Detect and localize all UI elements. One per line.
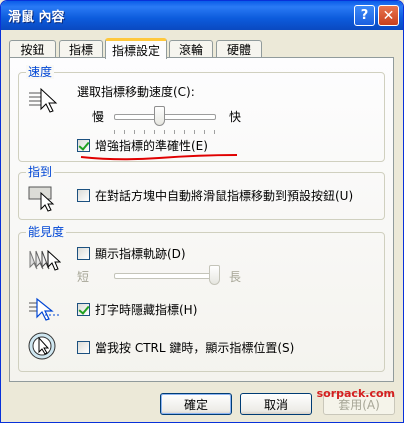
ctrl-locate-checkbox[interactable]	[77, 341, 90, 354]
trails-slider-track[interactable]	[114, 273, 216, 279]
visibility-group: 能見度 顯示指標軌跡(D) 短 長 打字時隱藏指標(H) 當我按 CTRL 鍵時…	[18, 225, 385, 372]
snap-to-group-legend: 指到	[26, 165, 55, 179]
tab-panel: 速度 選取指標移動速度(C): 慢 快 增強指標的準確性(E) 指到 在對話方塊…	[9, 57, 394, 382]
speed-tick	[194, 130, 195, 134]
watermark: sorpack.com	[316, 387, 395, 400]
speed-tick	[164, 130, 165, 134]
speed-tick	[114, 130, 115, 134]
speed-prompt: 選取指標移動速度(C):	[77, 85, 195, 99]
hide-while-typing-checkbox[interactable]	[77, 303, 90, 316]
title-bar[interactable]: 滑鼠 內容 ? ✕	[1, 1, 403, 30]
short-label: 短	[77, 270, 90, 284]
speed-tick	[214, 130, 215, 134]
close-button[interactable]: ✕	[378, 5, 399, 26]
help-button[interactable]: ?	[354, 5, 375, 26]
snap-to-default-label[interactable]: 在對話方塊中自動將滑鼠指標移動到預設按鈕(U)	[95, 189, 353, 203]
speed-tick	[144, 130, 145, 134]
tab-pointer-options[interactable]: 指標設定	[105, 38, 167, 59]
window-title: 滑鼠 內容	[8, 10, 65, 25]
pointer-trails-checkbox[interactable]	[77, 247, 90, 260]
snap-to-default-icon	[28, 186, 55, 212]
speed-slider-thumb[interactable]	[153, 106, 165, 126]
ctrl-locate-icon	[28, 332, 56, 360]
tab-buttons[interactable]: 按鈕	[9, 40, 56, 57]
speed-slider-track[interactable]	[114, 114, 216, 120]
visibility-group-legend: 能見度	[26, 225, 67, 239]
fast-label: 快	[229, 110, 242, 124]
tab-pointers[interactable]: 指標	[59, 40, 103, 57]
speed-group: 速度 選取指標移動速度(C): 慢 快 增強指標的準確性(E)	[18, 65, 385, 162]
pointer-trails-label[interactable]: 顯示指標軌跡(D)	[95, 247, 186, 261]
pointer-speed-icon	[29, 87, 58, 113]
tab-hardware[interactable]: 硬體	[216, 40, 262, 57]
speed-group-legend: 速度	[26, 65, 55, 79]
ok-button[interactable]: 確定	[160, 393, 232, 415]
speed-ticks	[114, 130, 219, 134]
hide-while-typing-icon	[29, 297, 59, 321]
speed-tick	[124, 130, 125, 134]
pointer-trails-icon	[29, 249, 61, 271]
speed-tick	[174, 130, 175, 134]
slow-label: 慢	[92, 110, 105, 124]
hide-while-typing-label[interactable]: 打字時隱藏指標(H)	[95, 303, 197, 317]
mouse-properties-window: 滑鼠 內容 ? ✕ 按鈕 指標 指標設定 滾輪 硬體 速度 選取指標移動速度(C…	[0, 0, 404, 423]
red-underline-annotation	[80, 154, 238, 161]
speed-tick	[184, 130, 185, 134]
tab-wheel[interactable]: 滾輪	[169, 40, 213, 57]
speed-tick	[204, 130, 205, 134]
long-label: 長	[229, 270, 242, 284]
snap-to-group: 指到 在對話方塊中自動將滑鼠指標移動到預設按鈕(U)	[18, 165, 385, 220]
ctrl-locate-label[interactable]: 當我按 CTRL 鍵時，顯示指標位置(S)	[95, 341, 294, 355]
speed-tick	[134, 130, 135, 134]
snap-to-default-checkbox[interactable]	[77, 189, 90, 202]
speed-tick	[154, 130, 155, 134]
cancel-button[interactable]: 取消	[240, 393, 312, 415]
trails-slider-thumb[interactable]	[208, 265, 220, 285]
